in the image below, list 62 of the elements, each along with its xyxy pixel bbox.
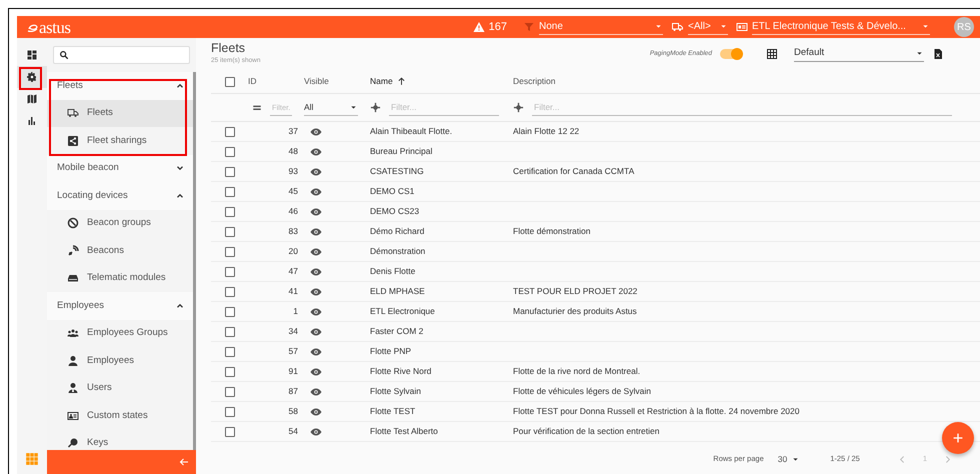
table-cell: 47	[288, 266, 298, 276]
table-cell: Flotte TEST pour Donna Russell et Restriction à la flotte. 24 novembre 2020	[513, 406, 800, 416]
table-cell: 48	[288, 146, 298, 156]
table-cell: Bureau Principal	[370, 146, 432, 156]
sidebar-item[interactable]: Users	[47, 374, 193, 402]
page-title: Fleets	[211, 42, 246, 56]
sidebar-item[interactable]: Fleets	[47, 100, 193, 127]
column-header[interactable]: Visible	[304, 75, 329, 88]
table-cell: Denis Flotte	[370, 266, 416, 276]
sidebar-item[interactable]: Beacon groups	[47, 210, 193, 237]
sidebar-item[interactable]: Telematic modules	[47, 264, 193, 292]
table-cell: Flotte de véhicules légers de Sylvain	[513, 386, 651, 396]
table-cell: Flotte TEST	[370, 406, 416, 416]
table-cell: TEST POUR ELD PROJET 2022	[513, 286, 638, 296]
table-cell: Flotte Rive Nord	[370, 366, 432, 376]
sidebar-item[interactable]: Employees	[47, 347, 193, 374]
sidebar-item[interactable]: Employees Groups	[47, 320, 193, 347]
table-cell: Manufacturier des produits Astus	[513, 306, 637, 316]
table-cell: 41	[288, 286, 298, 296]
table-cell: Démonstration	[370, 246, 426, 256]
table-cell: 83	[288, 226, 298, 236]
table-cell: DEMO CS1	[370, 186, 414, 196]
sidebar-item[interactable]: Keys	[47, 430, 193, 450]
table-cell: 46	[288, 206, 298, 216]
table-cell: 37	[288, 126, 298, 136]
table-cell: Flotte Sylvain	[370, 386, 422, 396]
table-cell: Flotte PNP	[370, 346, 412, 356]
table-cell: 45	[288, 186, 298, 196]
table-cell: 91	[288, 366, 298, 376]
table-cell: 57	[288, 346, 298, 356]
sidebar-item[interactable]: Fleet sharings	[47, 127, 193, 154]
table-cell: 34	[288, 326, 298, 336]
table-cell: Pour vérification de la section entretien	[513, 426, 660, 436]
view-select[interactable]: Default	[794, 46, 924, 62]
table-cell: DEMO CS23	[370, 206, 420, 216]
column-header[interactable]: Description	[513, 75, 556, 88]
table-cell: 20	[288, 246, 298, 256]
table-cell: Alain Thibeault Flotte.	[370, 126, 452, 136]
table-cell: 87	[288, 386, 298, 396]
table-cell: Alain Flotte 12 22	[513, 126, 580, 136]
table-cell: Flotte Test Alberto	[370, 426, 438, 436]
visible-filter-select[interactable]: All	[304, 100, 358, 116]
sidebar-item[interactable]: Custom states	[47, 402, 193, 430]
table-cell: ELD MPHASE	[370, 286, 425, 296]
name-filter-field[interactable]: Filter...	[389, 100, 499, 116]
table-cell: 54	[288, 426, 298, 436]
table-cell: 93	[288, 166, 298, 176]
table-cell: Flotte de la rive nord de Montreal.	[513, 366, 640, 376]
description-filter-field[interactable]: Filter...	[532, 100, 952, 116]
table-cell: 1	[293, 306, 298, 316]
sidebar-item[interactable]: Beacons	[47, 237, 193, 264]
rows-per-page-select[interactable]: 30	[778, 452, 800, 466]
table-cell: Faster COM 2	[370, 326, 424, 336]
logo: astus	[39, 18, 70, 36]
table-cell: Certification for Canada CCMTA	[513, 166, 634, 176]
table-cell: Démo Richard	[370, 226, 424, 236]
table-cell: 58	[288, 406, 298, 416]
table-cell: CSATESTING	[370, 166, 424, 176]
column-header[interactable]: Name	[370, 75, 393, 88]
table-cell: Flotte démonstration	[513, 226, 590, 236]
table-cell: ETL Electronique	[370, 306, 435, 316]
column-header[interactable]: ID	[248, 75, 256, 88]
